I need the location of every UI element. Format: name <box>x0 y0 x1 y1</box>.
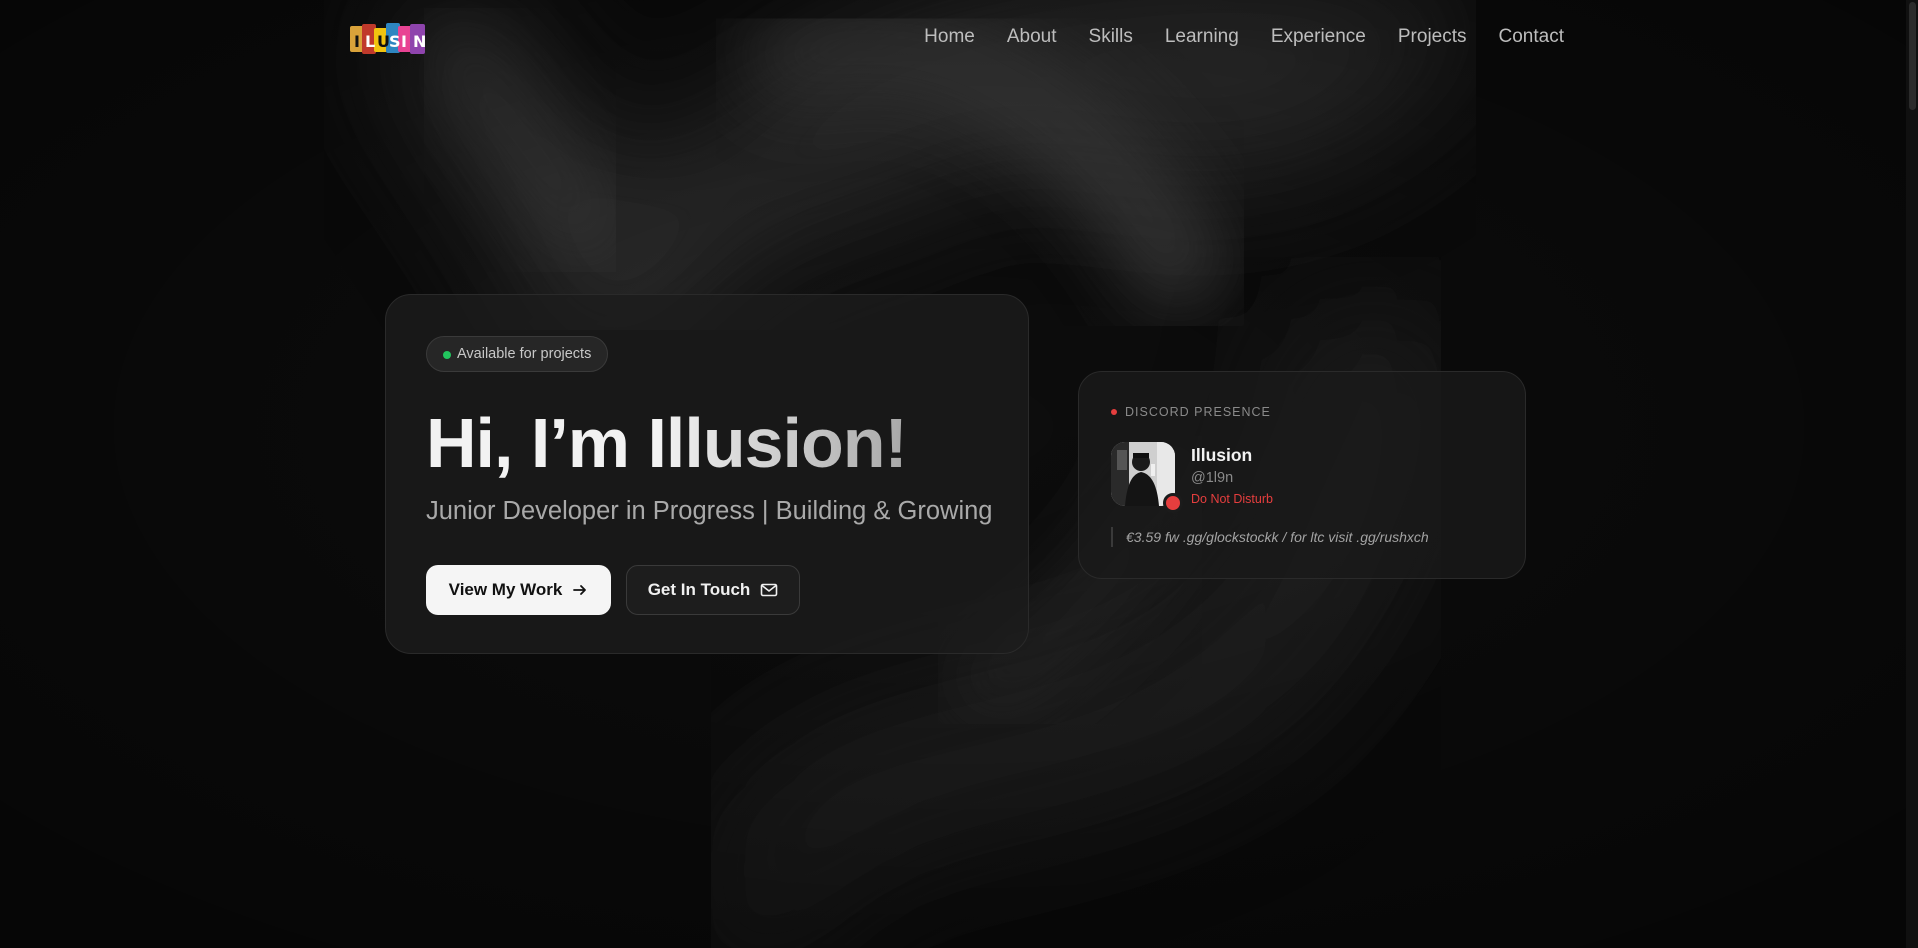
arrow-right-icon <box>573 585 587 595</box>
dnd-status-icon <box>1163 493 1183 513</box>
page: I L U S I N Home About Skills Learning E… <box>0 0 1918 948</box>
discord-activity: €3.59 fw .gg/glockstockk / for ltc visit… <box>1111 527 1429 547</box>
live-dot-icon <box>1111 409 1117 415</box>
nav-contact[interactable]: Contact <box>1499 26 1564 48</box>
scrollbar[interactable] <box>1906 0 1918 948</box>
top-nav: I L U S I N Home About Skills Learning E… <box>348 18 1564 62</box>
nav-links: Home About Skills Learning Experience Pr… <box>892 26 1564 48</box>
available-dot-icon <box>443 351 451 359</box>
hero-greeting: Hi, I’m <box>426 404 648 482</box>
nav-skills[interactable]: Skills <box>1089 26 1133 48</box>
svg-text:L: L <box>365 32 375 51</box>
svg-text:I: I <box>354 32 360 51</box>
view-my-work-button[interactable]: View My Work <box>426 565 611 615</box>
discord-presence-card: DISCORD PRESENCE Illusion @1l9n Do Not D… <box>1078 371 1526 579</box>
hero-card: Available for projects Hi, I’m Illusion!… <box>385 294 1029 654</box>
get-in-touch-label: Get In Touch <box>647 580 751 599</box>
discord-handle: @1l9n <box>1191 470 1234 486</box>
hero-title: Hi, I’m Illusion! <box>426 401 908 485</box>
nav-projects[interactable]: Projects <box>1398 26 1467 48</box>
nav-about[interactable]: About <box>1007 26 1057 48</box>
availability-label: Available for projects <box>457 346 592 362</box>
discord-heading-label: DISCORD PRESENCE <box>1125 405 1271 419</box>
nav-home[interactable]: Home <box>924 26 975 48</box>
scrollbar-thumb[interactable] <box>1909 2 1916 110</box>
discord-heading: DISCORD PRESENCE <box>1111 405 1271 419</box>
view-my-work-label: View My Work <box>448 580 563 599</box>
hero-subtitle: Junior Developer in Progress | Building … <box>426 497 993 525</box>
illusion-sticker-logo-icon[interactable]: I L U S I N <box>348 20 428 60</box>
mail-icon <box>761 583 778 597</box>
hero-name: Illusion! <box>647 404 907 482</box>
svg-text:S: S <box>389 32 401 51</box>
nav-experience[interactable]: Experience <box>1271 26 1366 48</box>
svg-text:I: I <box>401 32 407 51</box>
discord-display-name: Illusion <box>1191 445 1253 465</box>
get-in-touch-button[interactable]: Get In Touch <box>626 565 800 615</box>
nav-learning[interactable]: Learning <box>1165 26 1239 48</box>
svg-text:N: N <box>413 32 426 51</box>
availability-badge: Available for projects <box>426 336 609 372</box>
discord-status: Do Not Disturb <box>1191 492 1273 506</box>
